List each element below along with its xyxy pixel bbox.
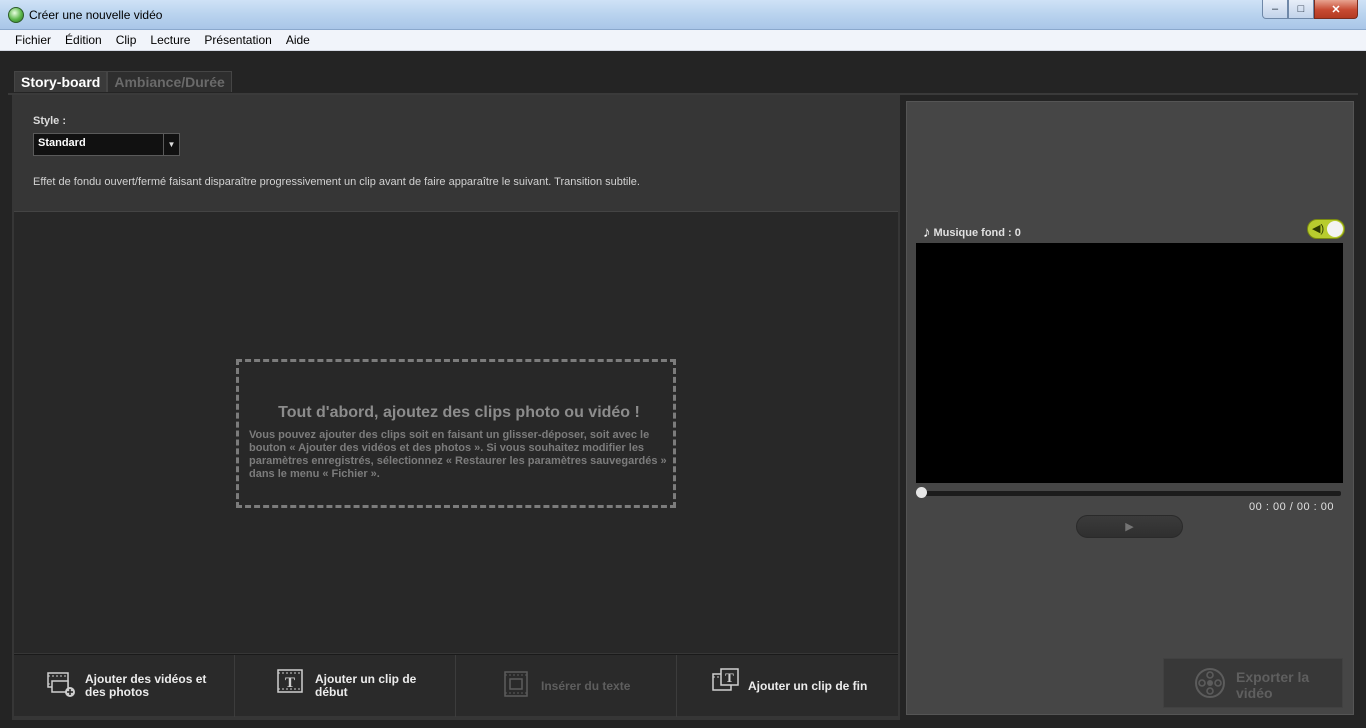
preview-panel: ♪ Musique fond : 0 ◀) 00 : 00 / 00 : 00 … — [906, 101, 1354, 715]
window-title: Créer une nouvelle vidéo — [29, 8, 163, 22]
play-button[interactable]: ▶ — [1076, 515, 1183, 538]
speaker-icon: ◀) — [1312, 223, 1325, 235]
menu-edition[interactable]: Édition — [58, 33, 109, 47]
menu-presentation[interactable]: Présentation — [197, 33, 278, 47]
seek-handle[interactable] — [916, 487, 927, 498]
dropzone-box: Tout d'abord, ajoutez des clips photo ou… — [236, 359, 676, 508]
storyboard-panel: Style : Standard ▼ Effet de fondu ouvert… — [12, 95, 900, 720]
style-selected-value: Standard — [38, 137, 86, 149]
menu-aide[interactable]: Aide — [279, 33, 317, 47]
close-button[interactable]: ✕ — [1314, 0, 1358, 19]
play-icon: ▶ — [1125, 521, 1134, 533]
storyboard-toolbar: Ajouter des vidéos et des photos T Ajout… — [14, 654, 898, 717]
add-media-icon — [47, 672, 75, 697]
window-controls: – □ ✕ — [1262, 0, 1358, 20]
film-reel-icon — [1195, 668, 1225, 698]
toggle-knob — [1327, 221, 1343, 237]
video-preview — [916, 243, 1343, 483]
insert-text-label: Insérer du texte — [541, 679, 631, 693]
style-label: Style : — [33, 115, 67, 127]
add-end-clip-button[interactable]: T Ajouter un clip de fin — [677, 655, 898, 717]
background-music-label: ♪ Musique fond : 0 — [923, 224, 1021, 241]
tab-story-board[interactable]: Story-board — [14, 71, 108, 92]
menu-clip[interactable]: Clip — [109, 33, 144, 47]
music-count-label: Musique fond : 0 — [933, 226, 1021, 239]
menu-fichier[interactable]: Fichier — [8, 33, 58, 47]
maximize-button[interactable]: □ — [1288, 0, 1314, 19]
music-toggle[interactable]: ◀) — [1307, 219, 1345, 239]
add-media-button[interactable]: Ajouter des vidéos et des photos — [14, 655, 235, 717]
dropzone-text: Vous pouvez ajouter des clips soit en fa… — [249, 429, 667, 480]
add-start-clip-button[interactable]: T Ajouter un clip de début — [235, 655, 456, 717]
tab-ambiance-duree[interactable]: Ambiance/Durée — [107, 71, 232, 92]
export-video-button[interactable]: Exporter la vidéo — [1163, 658, 1343, 708]
style-description: Effet de fondu ouvert/fermé faisant disp… — [33, 176, 640, 188]
add-media-label: Ajouter des vidéos et des photos — [85, 672, 207, 699]
app-icon — [8, 7, 24, 23]
timecode: 00 : 00 / 00 : 00 — [1249, 501, 1334, 513]
menu-bar: Fichier Édition Clip Lecture Présentatio… — [0, 30, 1366, 51]
clip-drop-area[interactable]: Tout d'abord, ajoutez des clips photo ou… — [14, 211, 898, 653]
title-clip-icon: T — [712, 668, 739, 691]
export-label: Exporter la vidéo — [1236, 669, 1310, 701]
menu-lecture[interactable]: Lecture — [143, 33, 197, 47]
insert-text-icon — [504, 671, 528, 697]
minimize-button[interactable]: – — [1262, 0, 1288, 19]
add-end-clip-label: Ajouter un clip de fin — [748, 679, 868, 693]
tab-bar: Story-board Ambiance/Durée — [14, 71, 232, 92]
seek-bar[interactable] — [917, 491, 1341, 496]
insert-text-button[interactable]: Insérer du texte — [456, 655, 677, 717]
music-note-icon: ♪ — [923, 224, 931, 241]
title-clip-icon: T — [277, 669, 303, 693]
dropzone-title: Tout d'abord, ajoutez des clips photo ou… — [278, 404, 640, 421]
style-dropdown[interactable]: Standard ▼ — [33, 133, 180, 156]
window-title-bar: Créer une nouvelle vidéo – □ ✕ — [0, 0, 1366, 30]
app-area: Story-board Ambiance/Durée Style : Stand… — [0, 51, 1366, 728]
add-start-clip-label: Ajouter un clip de début — [315, 672, 417, 699]
chevron-down-icon[interactable]: ▼ — [163, 134, 179, 155]
svg-text:T: T — [285, 675, 295, 691]
svg-text:T: T — [725, 670, 734, 685]
